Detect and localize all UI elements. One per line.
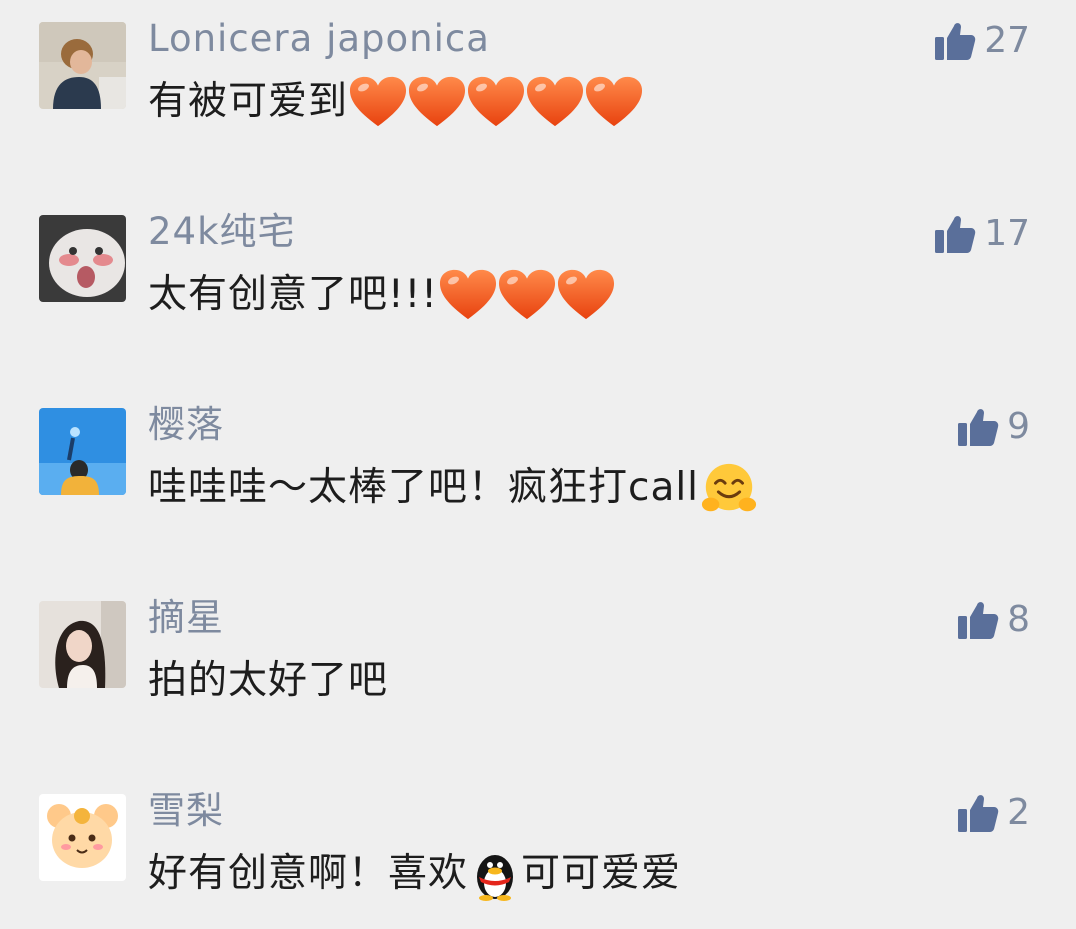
thumbs-up-icon xyxy=(957,599,999,641)
like-button[interactable]: 17 xyxy=(934,211,1030,257)
avatar[interactable] xyxy=(39,215,126,302)
heart-emoji xyxy=(557,268,615,322)
comment-list: Lonicera japonica 有被可爱到 27 24k纯宅 太有创意了吧!… xyxy=(0,0,1076,929)
thumbs-up-icon xyxy=(957,792,999,834)
like-button[interactable]: 8 xyxy=(957,597,1030,643)
avatar[interactable] xyxy=(39,794,126,881)
like-count: 9 xyxy=(1007,406,1030,447)
like-count: 27 xyxy=(984,20,1030,61)
comment-text: 好有创意啊！喜欢 可可爱爱 xyxy=(148,844,681,904)
heart-emoji xyxy=(467,75,525,129)
comment-text: 有被可爱到 xyxy=(148,72,643,132)
heart-emoji xyxy=(439,268,497,322)
username[interactable]: Lonicera japonica xyxy=(148,14,490,64)
thumbs-up-icon xyxy=(934,213,976,255)
comment-text-content: 太有创意了吧!!! xyxy=(148,272,438,317)
comment-item: 24k纯宅 太有创意了吧!!! 17 xyxy=(0,193,1076,343)
avatar[interactable] xyxy=(39,408,126,495)
comment-item: Lonicera japonica 有被可爱到 27 xyxy=(0,0,1076,150)
like-button[interactable]: 9 xyxy=(957,404,1030,450)
heart-emoji xyxy=(526,75,584,129)
like-count: 2 xyxy=(1007,792,1030,833)
heart-emoji xyxy=(408,75,466,129)
like-count: 17 xyxy=(984,213,1030,254)
thumbs-up-icon xyxy=(957,406,999,448)
comment-text: 太有创意了吧!!! xyxy=(148,265,615,325)
comment-text-content: 有被可爱到 xyxy=(148,79,349,124)
thumbs-up-icon xyxy=(934,20,976,62)
username[interactable]: 摘星 xyxy=(148,593,224,643)
heart-emoji xyxy=(498,268,556,322)
comment-text-content: 哇哇哇～太棒了吧！疯狂打call xyxy=(148,465,700,510)
comment-text-content: 可可爱爱 xyxy=(521,851,682,896)
comment-text: 哇哇哇～太棒了吧！疯狂打call xyxy=(148,458,758,518)
penguin-emoji xyxy=(469,847,521,901)
username[interactable]: 樱落 xyxy=(148,400,224,450)
like-button[interactable]: 27 xyxy=(934,18,1030,64)
comment-text-content: 好有创意啊！喜欢 xyxy=(148,851,469,896)
comment-item: 雪梨 好有创意啊！喜欢 可可爱爱 2 xyxy=(0,772,1076,922)
heart-emoji xyxy=(585,75,643,129)
like-button[interactable]: 2 xyxy=(957,790,1030,836)
hug-emoji xyxy=(700,461,758,515)
heart-emoji xyxy=(349,75,407,129)
comment-text: 拍的太好了吧 xyxy=(148,651,388,711)
username[interactable]: 24k纯宅 xyxy=(148,207,296,257)
comment-item: 樱落 哇哇哇～太棒了吧！疯狂打call 9 xyxy=(0,386,1076,536)
like-count: 8 xyxy=(1007,599,1030,640)
username[interactable]: 雪梨 xyxy=(148,786,224,836)
comment-text-content: 拍的太好了吧 xyxy=(148,658,389,703)
comment-item: 摘星 拍的太好了吧 8 xyxy=(0,579,1076,729)
avatar[interactable] xyxy=(39,22,126,109)
avatar[interactable] xyxy=(39,601,126,688)
